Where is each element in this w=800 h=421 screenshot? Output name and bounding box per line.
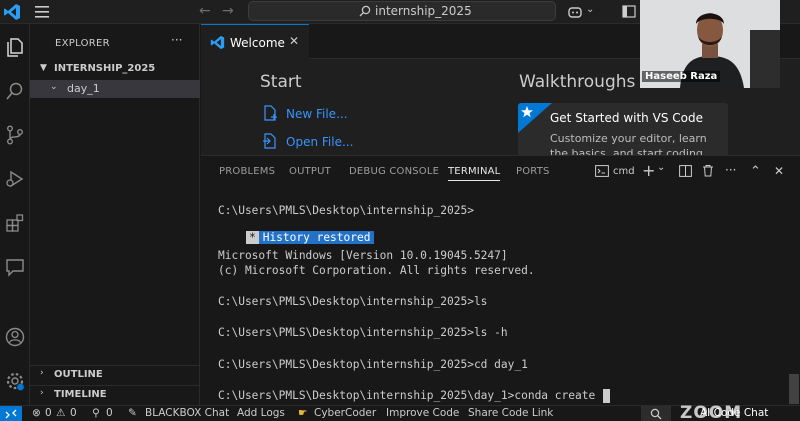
- copilot-icon[interactable]: [567, 4, 583, 20]
- outline-section[interactable]: › OUTLINE: [30, 365, 200, 383]
- more-actions-icon[interactable]: ···: [725, 163, 736, 177]
- bottom-panel: PROBLEMS OUTPUT DEBUG CONSOLE TERMINAL P…: [201, 155, 800, 405]
- activity-bar: [0, 24, 30, 405]
- chevron-down-icon[interactable]: ⌄: [657, 162, 665, 173]
- gear-icon[interactable]: [4, 370, 26, 392]
- add-terminal-icon[interactable]: +: [642, 161, 655, 180]
- chevron-down-icon: ⌄: [50, 82, 58, 92]
- extensions-icon[interactable]: [4, 212, 26, 234]
- search-icon: [359, 5, 371, 17]
- terminal-scrollbar[interactable]: [789, 374, 799, 404]
- ports-icon[interactable]: ⚲: [92, 407, 100, 419]
- folder-day-1-label: day_1: [67, 82, 100, 95]
- ai-code-chat-button[interactable]: AI Code Chat: [700, 407, 768, 419]
- chevron-down-icon[interactable]: ⌄: [586, 4, 594, 15]
- timeline-section[interactable]: › TIMELINE: [30, 385, 200, 403]
- participant-name: Haseeb Raza: [642, 71, 721, 82]
- explorer-files-icon[interactable]: [4, 36, 26, 58]
- folder-day-1[interactable]: ⌄ day_1: [30, 80, 200, 98]
- close-panel-icon[interactable]: ✕: [774, 164, 784, 178]
- source-control-icon[interactable]: [4, 124, 26, 146]
- ports-count[interactable]: 0: [106, 407, 113, 419]
- terminal-shell-label[interactable]: cmd: [613, 166, 635, 177]
- walkthroughs-heading: Walkthroughs: [519, 72, 636, 92]
- warning-icon[interactable]: ⚠: [56, 407, 65, 419]
- tab-terminal[interactable]: TERMINAL: [448, 166, 501, 181]
- terminal-line: C:\Users\PMLS\Desktop\internship_2025>ls…: [218, 326, 508, 339]
- webcam-overlay: Haseeb Raza: [640, 0, 780, 88]
- share-code-link-button[interactable]: Share Code Link: [468, 407, 553, 419]
- zoom-in-icon: [650, 408, 662, 420]
- history-star: *: [245, 231, 259, 244]
- walkthrough-card[interactable]: Get Started with VS Code Customize your …: [518, 103, 728, 155]
- new-file-icon: [264, 105, 277, 121]
- menu-icon[interactable]: [34, 5, 50, 19]
- terminal-line: (c) Microsoft Corporation. All rights re…: [218, 264, 535, 277]
- close-icon[interactable]: ✕: [289, 34, 299, 48]
- maximize-panel-icon[interactable]: ⌃: [750, 164, 761, 179]
- explorer-sidebar: EXPLORER ··· ▼ INTERNSHIP_2025 ⌄ day_1 ›…: [30, 24, 200, 405]
- search-icon[interactable]: [4, 80, 26, 102]
- more-actions-icon[interactable]: ···: [171, 33, 182, 47]
- timeline-label: TIMELINE: [54, 389, 107, 400]
- terminal-line: C:\Users\PMLS\Desktop\internship_2025>: [218, 204, 474, 217]
- account-icon[interactable]: [4, 326, 26, 348]
- back-arrow-icon[interactable]: ←: [199, 3, 211, 19]
- add-logs-button[interactable]: Add Logs: [237, 407, 285, 419]
- workspace-folder-label: INTERNSHIP_2025: [54, 63, 156, 74]
- warning-count[interactable]: 0: [70, 407, 77, 419]
- walkthrough-title: Get Started with VS Code: [550, 111, 703, 125]
- tab-problems[interactable]: PROBLEMS: [219, 166, 275, 177]
- terminal-line: C:\Users\PMLS\Desktop\internship_2025>cd…: [218, 358, 528, 371]
- vscode-logo-icon: [4, 4, 20, 20]
- history-text: History restored: [258, 231, 375, 244]
- trash-icon[interactable]: [702, 164, 714, 177]
- star-icon: [518, 103, 552, 133]
- vscode-logo-icon: [210, 35, 225, 50]
- tab-welcome[interactable]: Welcome ✕: [201, 24, 309, 59]
- history-restored-badge: * History restored: [219, 218, 375, 244]
- split-terminal-icon[interactable]: [679, 165, 692, 177]
- cybercoder-icon: ☛: [298, 407, 308, 419]
- chevron-right-icon: ›: [40, 368, 44, 378]
- blackbox-icon: ✎: [128, 407, 137, 419]
- chevron-down-icon: ▼: [40, 63, 47, 73]
- chevron-right-icon: ›: [40, 388, 44, 398]
- forward-arrow-icon[interactable]: →: [222, 3, 234, 19]
- remote-icon: [5, 409, 17, 419]
- run-debug-icon[interactable]: [4, 168, 26, 190]
- cybercoder-button[interactable]: CyberCoder: [314, 407, 376, 419]
- terminal-line: Microsoft Windows [Version 10.0.19045.52…: [218, 249, 508, 262]
- start-heading: Start: [260, 72, 302, 92]
- open-file-icon: [263, 133, 276, 149]
- terminal-line: C:\Users\PMLS\Desktop\internship_2025>ls: [218, 295, 488, 308]
- new-file-label: New File...: [286, 107, 348, 121]
- remote-indicator[interactable]: [0, 406, 22, 421]
- error-count[interactable]: 0: [45, 407, 52, 419]
- tab-welcome-label: Welcome: [230, 36, 285, 50]
- terminal-icon: [595, 165, 609, 177]
- blackbox-chat-button[interactable]: BLACKBOX Chat: [145, 407, 229, 419]
- zoom-button[interactable]: [641, 406, 671, 421]
- tab-output[interactable]: OUTPUT: [289, 166, 331, 177]
- layout-icon[interactable]: [622, 5, 636, 18]
- open-file-label: Open File...: [286, 135, 354, 149]
- terminal-input-line[interactable]: C:\Users\PMLS\Desktop\internship_2025\da…: [218, 389, 595, 402]
- search-text: internship_2025: [375, 4, 472, 18]
- explorer-title: EXPLORER: [55, 38, 110, 49]
- error-icon[interactable]: ⊗: [32, 407, 41, 419]
- terminal-cursor: [603, 389, 610, 403]
- walkthrough-description: Customize your editor, learn the basics,…: [550, 132, 707, 155]
- outline-label: OUTLINE: [54, 369, 103, 380]
- status-bar: ⊗ 0 ⚠ 0 ⚲ 0 ✎ BLACKBOX Chat Add Logs ☛ C…: [0, 403, 800, 421]
- command-center-search[interactable]: internship_2025: [248, 1, 556, 21]
- tab-ports[interactable]: PORTS: [516, 166, 550, 177]
- improve-code-button[interactable]: Improve Code: [386, 407, 459, 419]
- chat-icon[interactable]: [4, 256, 26, 278]
- tab-debug-console[interactable]: DEBUG CONSOLE: [349, 166, 439, 177]
- workspace-folder[interactable]: ▼ INTERNSHIP_2025: [30, 61, 200, 79]
